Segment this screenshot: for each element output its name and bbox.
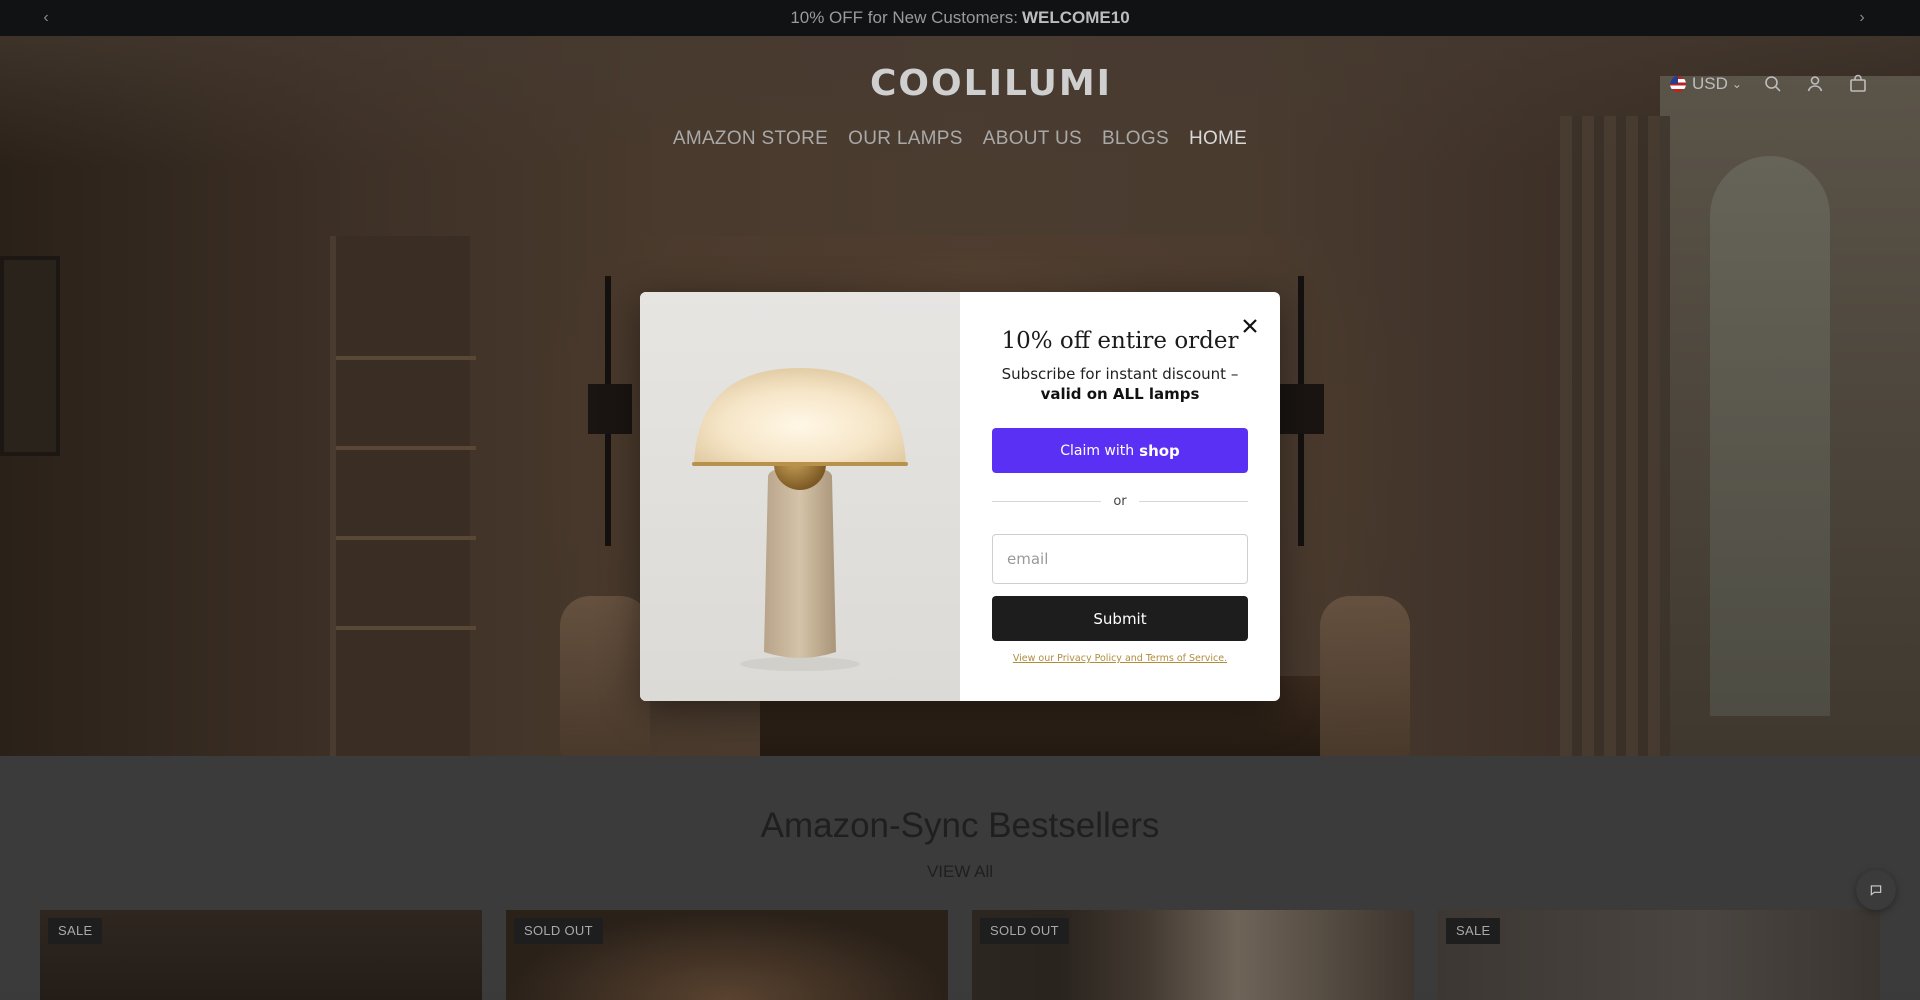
nav-item-about-us[interactable]: ABOUT US	[983, 128, 1082, 150]
sale-badge: SALE	[48, 918, 103, 944]
cart-icon[interactable]	[1846, 72, 1870, 96]
chevron-left-icon[interactable]: ‹	[36, 8, 56, 28]
main-nav: AMAZON STORE OUR LAMPS ABOUT US BLOGS HO…	[0, 128, 1920, 150]
chair	[1320, 596, 1410, 756]
nav-item-home[interactable]: HOME	[1189, 128, 1247, 150]
bookshelf	[330, 236, 476, 756]
chevron-right-icon[interactable]: ›	[1852, 8, 1872, 28]
search-icon[interactable]	[1761, 72, 1785, 96]
chat-button[interactable]	[1856, 870, 1896, 910]
announcement-bar: ‹ 10% OFF for New Customers: WELCOME10 ›	[0, 0, 1920, 36]
curtain	[1560, 116, 1670, 756]
currency-selector[interactable]: USD ⌄	[1670, 72, 1742, 96]
chevron-down-icon: ⌄	[1731, 77, 1742, 91]
view-all-link[interactable]: VIEW All	[0, 862, 1920, 882]
window	[1660, 76, 1920, 756]
section-title: Amazon-Sync Bestsellers	[760, 806, 1160, 845]
discount-code: WELCOME10	[1021, 8, 1130, 27]
bestsellers-section: Amazon-Sync Bestsellers VIEW All SALE SO…	[0, 756, 1920, 1000]
popup-subtitle: Subscribe for instant discount –valid on…	[1001, 365, 1239, 403]
account-icon[interactable]	[1803, 72, 1827, 96]
currency-label: USD	[1692, 74, 1728, 93]
mushroom-lamp-illustration	[692, 368, 908, 671]
announcement-text: 10% OFF for New Customers:	[790, 8, 1018, 27]
popup-content: 10% off entire order Subscribe for insta…	[960, 292, 1280, 701]
sold-out-badge: SOLD OUT	[514, 918, 603, 944]
sale-badge: SALE	[1446, 918, 1501, 944]
wall-art	[0, 256, 60, 456]
claim-with-shop-button[interactable]: Claim with shop	[992, 428, 1248, 473]
product-card[interactable]: SOLD OUT	[506, 910, 948, 1000]
sold-out-badge: SOLD OUT	[980, 918, 1069, 944]
nav-item-our-lamps[interactable]: OUR LAMPS	[848, 128, 963, 150]
product-card[interactable]: SALE	[1438, 910, 1880, 1000]
us-flag-icon	[1670, 76, 1686, 92]
discount-popup: 10% off entire order Subscribe for insta…	[640, 292, 1280, 701]
site-logo[interactable]: COOLILUMI	[870, 62, 1110, 106]
email-field[interactable]	[992, 534, 1248, 584]
privacy-policy-link[interactable]: View our Privacy Policy and Terms of Ser…	[960, 653, 1280, 664]
lamp-image	[640, 292, 960, 701]
product-card[interactable]: SALE	[40, 910, 482, 1000]
popup-title: 10% off entire order	[1001, 328, 1239, 354]
nav-item-blogs[interactable]: BLOGS	[1102, 128, 1169, 150]
product-card[interactable]: SOLD OUT	[972, 910, 1414, 1000]
chat-icon	[1870, 885, 1882, 896]
chair	[560, 596, 650, 756]
submit-button[interactable]: Submit	[992, 596, 1248, 641]
shop-logo: shop	[1139, 441, 1180, 460]
or-divider: or	[992, 491, 1248, 511]
nav-item-amazon-store[interactable]: AMAZON STORE	[673, 128, 828, 150]
